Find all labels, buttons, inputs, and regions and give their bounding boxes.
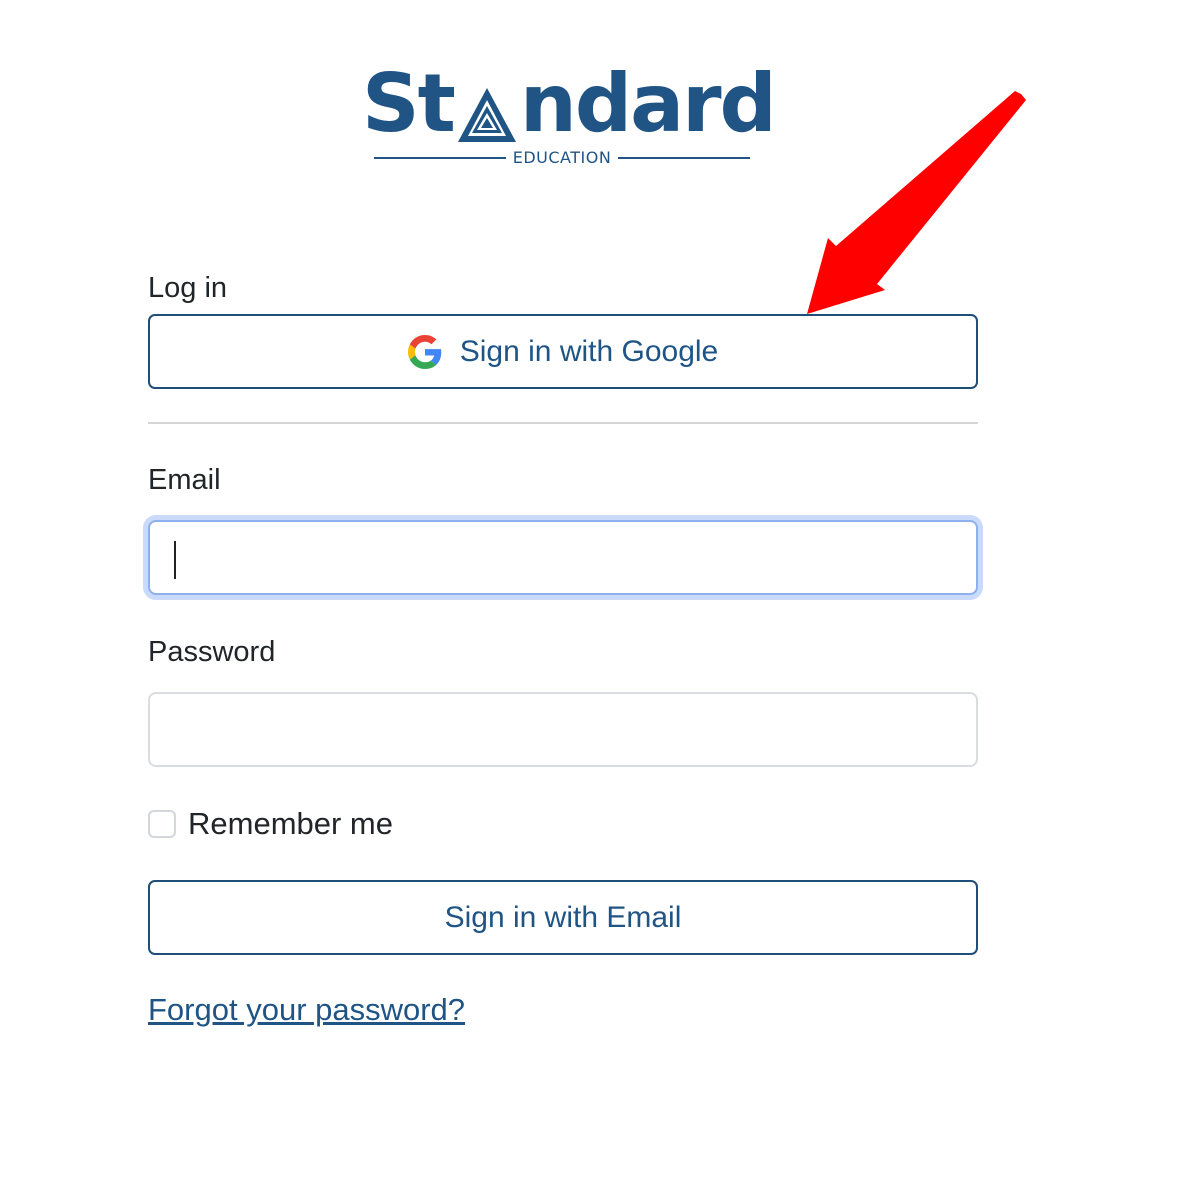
email-label: Email bbox=[148, 464, 221, 496]
text-caret bbox=[174, 541, 176, 579]
divider bbox=[148, 422, 978, 424]
google-sign-in-label: Sign in with Google bbox=[459, 334, 719, 368]
remember-me-label[interactable]: Remember me bbox=[188, 806, 393, 842]
logo-subtitle-text: EDUCATION bbox=[512, 148, 612, 167]
logo-text-suffix: ndard bbox=[519, 57, 777, 150]
logo-triangle-icon bbox=[454, 62, 520, 146]
logo-wordmark: St ndard bbox=[362, 57, 777, 150]
google-sign-in-button[interactable]: Sign in with Google bbox=[148, 314, 978, 389]
logo-text-prefix: St bbox=[362, 57, 456, 150]
google-g-icon bbox=[407, 334, 442, 369]
email-sign-in-label: Sign in with Email bbox=[444, 900, 682, 934]
logo-subtitle: EDUCATION bbox=[374, 148, 751, 168]
password-label: Password bbox=[148, 636, 276, 668]
forgot-password-link[interactable]: Forgot your password? bbox=[148, 990, 465, 1030]
standard-education-logo: St ndard EDUCATION bbox=[362, 62, 777, 174]
logo-rule-right bbox=[618, 157, 751, 159]
email-sign-in-button[interactable]: Sign in with Email bbox=[148, 880, 978, 955]
password-field[interactable] bbox=[148, 692, 978, 767]
logo-rule-left bbox=[374, 157, 506, 159]
login-heading: Log in bbox=[148, 272, 228, 304]
remember-me-row: Remember me bbox=[148, 806, 393, 842]
email-field[interactable] bbox=[148, 520, 978, 595]
annotation-arrow-icon bbox=[807, 91, 1026, 314]
remember-me-checkbox[interactable] bbox=[148, 810, 176, 838]
